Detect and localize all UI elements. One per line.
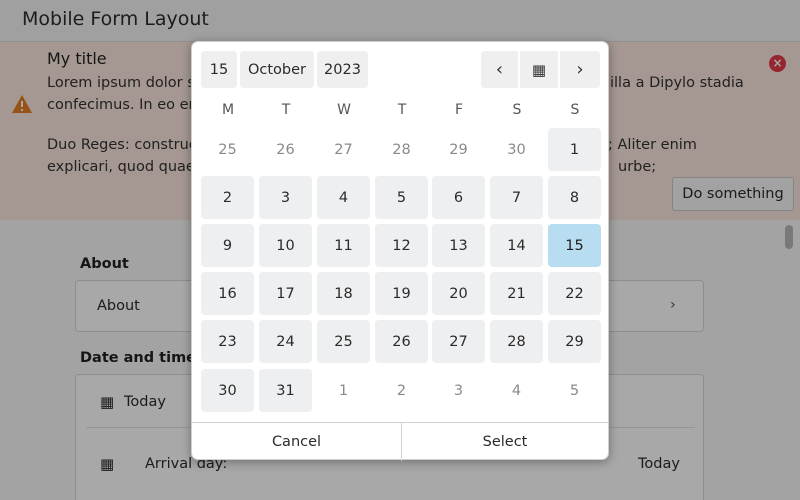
day-cell[interactable]: 13	[432, 224, 485, 267]
month-spinner[interactable]: October	[240, 51, 314, 88]
chevron-right-icon[interactable]: ›	[560, 51, 600, 88]
year-spinner[interactable]: 2023	[317, 51, 368, 88]
day-cell[interactable]: 8	[548, 176, 601, 219]
day-cell-selected[interactable]: 15	[548, 224, 601, 267]
weekday-label: W	[337, 102, 351, 118]
day-cell[interactable]: 28	[375, 128, 428, 171]
day-cell[interactable]: 12	[375, 224, 428, 267]
day-cell[interactable]: 1	[317, 369, 370, 412]
day-cell[interactable]: 2	[201, 176, 254, 219]
day-cell[interactable]: 29	[432, 128, 485, 171]
day-cell[interactable]: 22	[548, 272, 601, 315]
day-cell[interactable]: 26	[375, 320, 428, 363]
day-cell[interactable]: 9	[201, 224, 254, 267]
weekday-label: T	[397, 102, 407, 118]
day-cell[interactable]: 23	[201, 320, 254, 363]
day-cell[interactable]: 21	[490, 272, 543, 315]
day-cell[interactable]: 14	[490, 224, 543, 267]
weekday-label: T	[281, 102, 291, 118]
day-cell[interactable]: 1	[548, 128, 601, 171]
day-cell[interactable]: 17	[259, 272, 312, 315]
day-cell[interactable]: 30	[201, 369, 254, 412]
day-cell[interactable]: 25	[317, 320, 370, 363]
day-cell[interactable]: 6	[432, 176, 485, 219]
day-cell[interactable]: 31	[259, 369, 312, 412]
day-cell[interactable]: 2	[375, 369, 428, 412]
day-cell[interactable]: 27	[317, 128, 370, 171]
day-cell[interactable]: 18	[317, 272, 370, 315]
calendar-icon[interactable]: ▦	[520, 51, 558, 88]
day-cell[interactable]: 3	[432, 369, 485, 412]
day-spinner[interactable]: 15	[201, 51, 237, 88]
date-picker-dialog: 15 October 2023 ‹ ▦ › MTWTFSS 25 26 27 28 29…	[191, 41, 609, 461]
weekday-label: M	[221, 102, 235, 118]
day-cell[interactable]: 5	[548, 369, 601, 412]
day-cell[interactable]: 4	[490, 369, 543, 412]
day-cell[interactable]: 20	[432, 272, 485, 315]
day-cell[interactable]: 27	[432, 320, 485, 363]
day-cell[interactable]: 19	[375, 272, 428, 315]
day-cell[interactable]: 3	[259, 176, 312, 219]
weekday-label: F	[454, 102, 464, 118]
day-cell[interactable]: 4	[317, 176, 370, 219]
weekday-label: S	[570, 102, 580, 118]
chevron-left-icon[interactable]: ‹	[481, 51, 518, 88]
day-cell[interactable]: 28	[490, 320, 543, 363]
day-cell[interactable]: 16	[201, 272, 254, 315]
day-cell[interactable]: 30	[490, 128, 543, 171]
weekday-label: S	[512, 102, 522, 118]
day-cell[interactable]: 26	[259, 128, 312, 171]
day-cell[interactable]: 7	[490, 176, 543, 219]
day-cell[interactable]: 24	[259, 320, 312, 363]
day-cell[interactable]: 29	[548, 320, 601, 363]
cancel-button[interactable]: Cancel	[192, 423, 401, 461]
day-cell[interactable]: 10	[259, 224, 312, 267]
select-button[interactable]: Select	[402, 423, 608, 461]
day-cell[interactable]: 5	[375, 176, 428, 219]
dialog-footer: Cancel Select	[192, 422, 608, 461]
day-cell[interactable]: 25	[201, 128, 254, 171]
day-cell[interactable]: 11	[317, 224, 370, 267]
